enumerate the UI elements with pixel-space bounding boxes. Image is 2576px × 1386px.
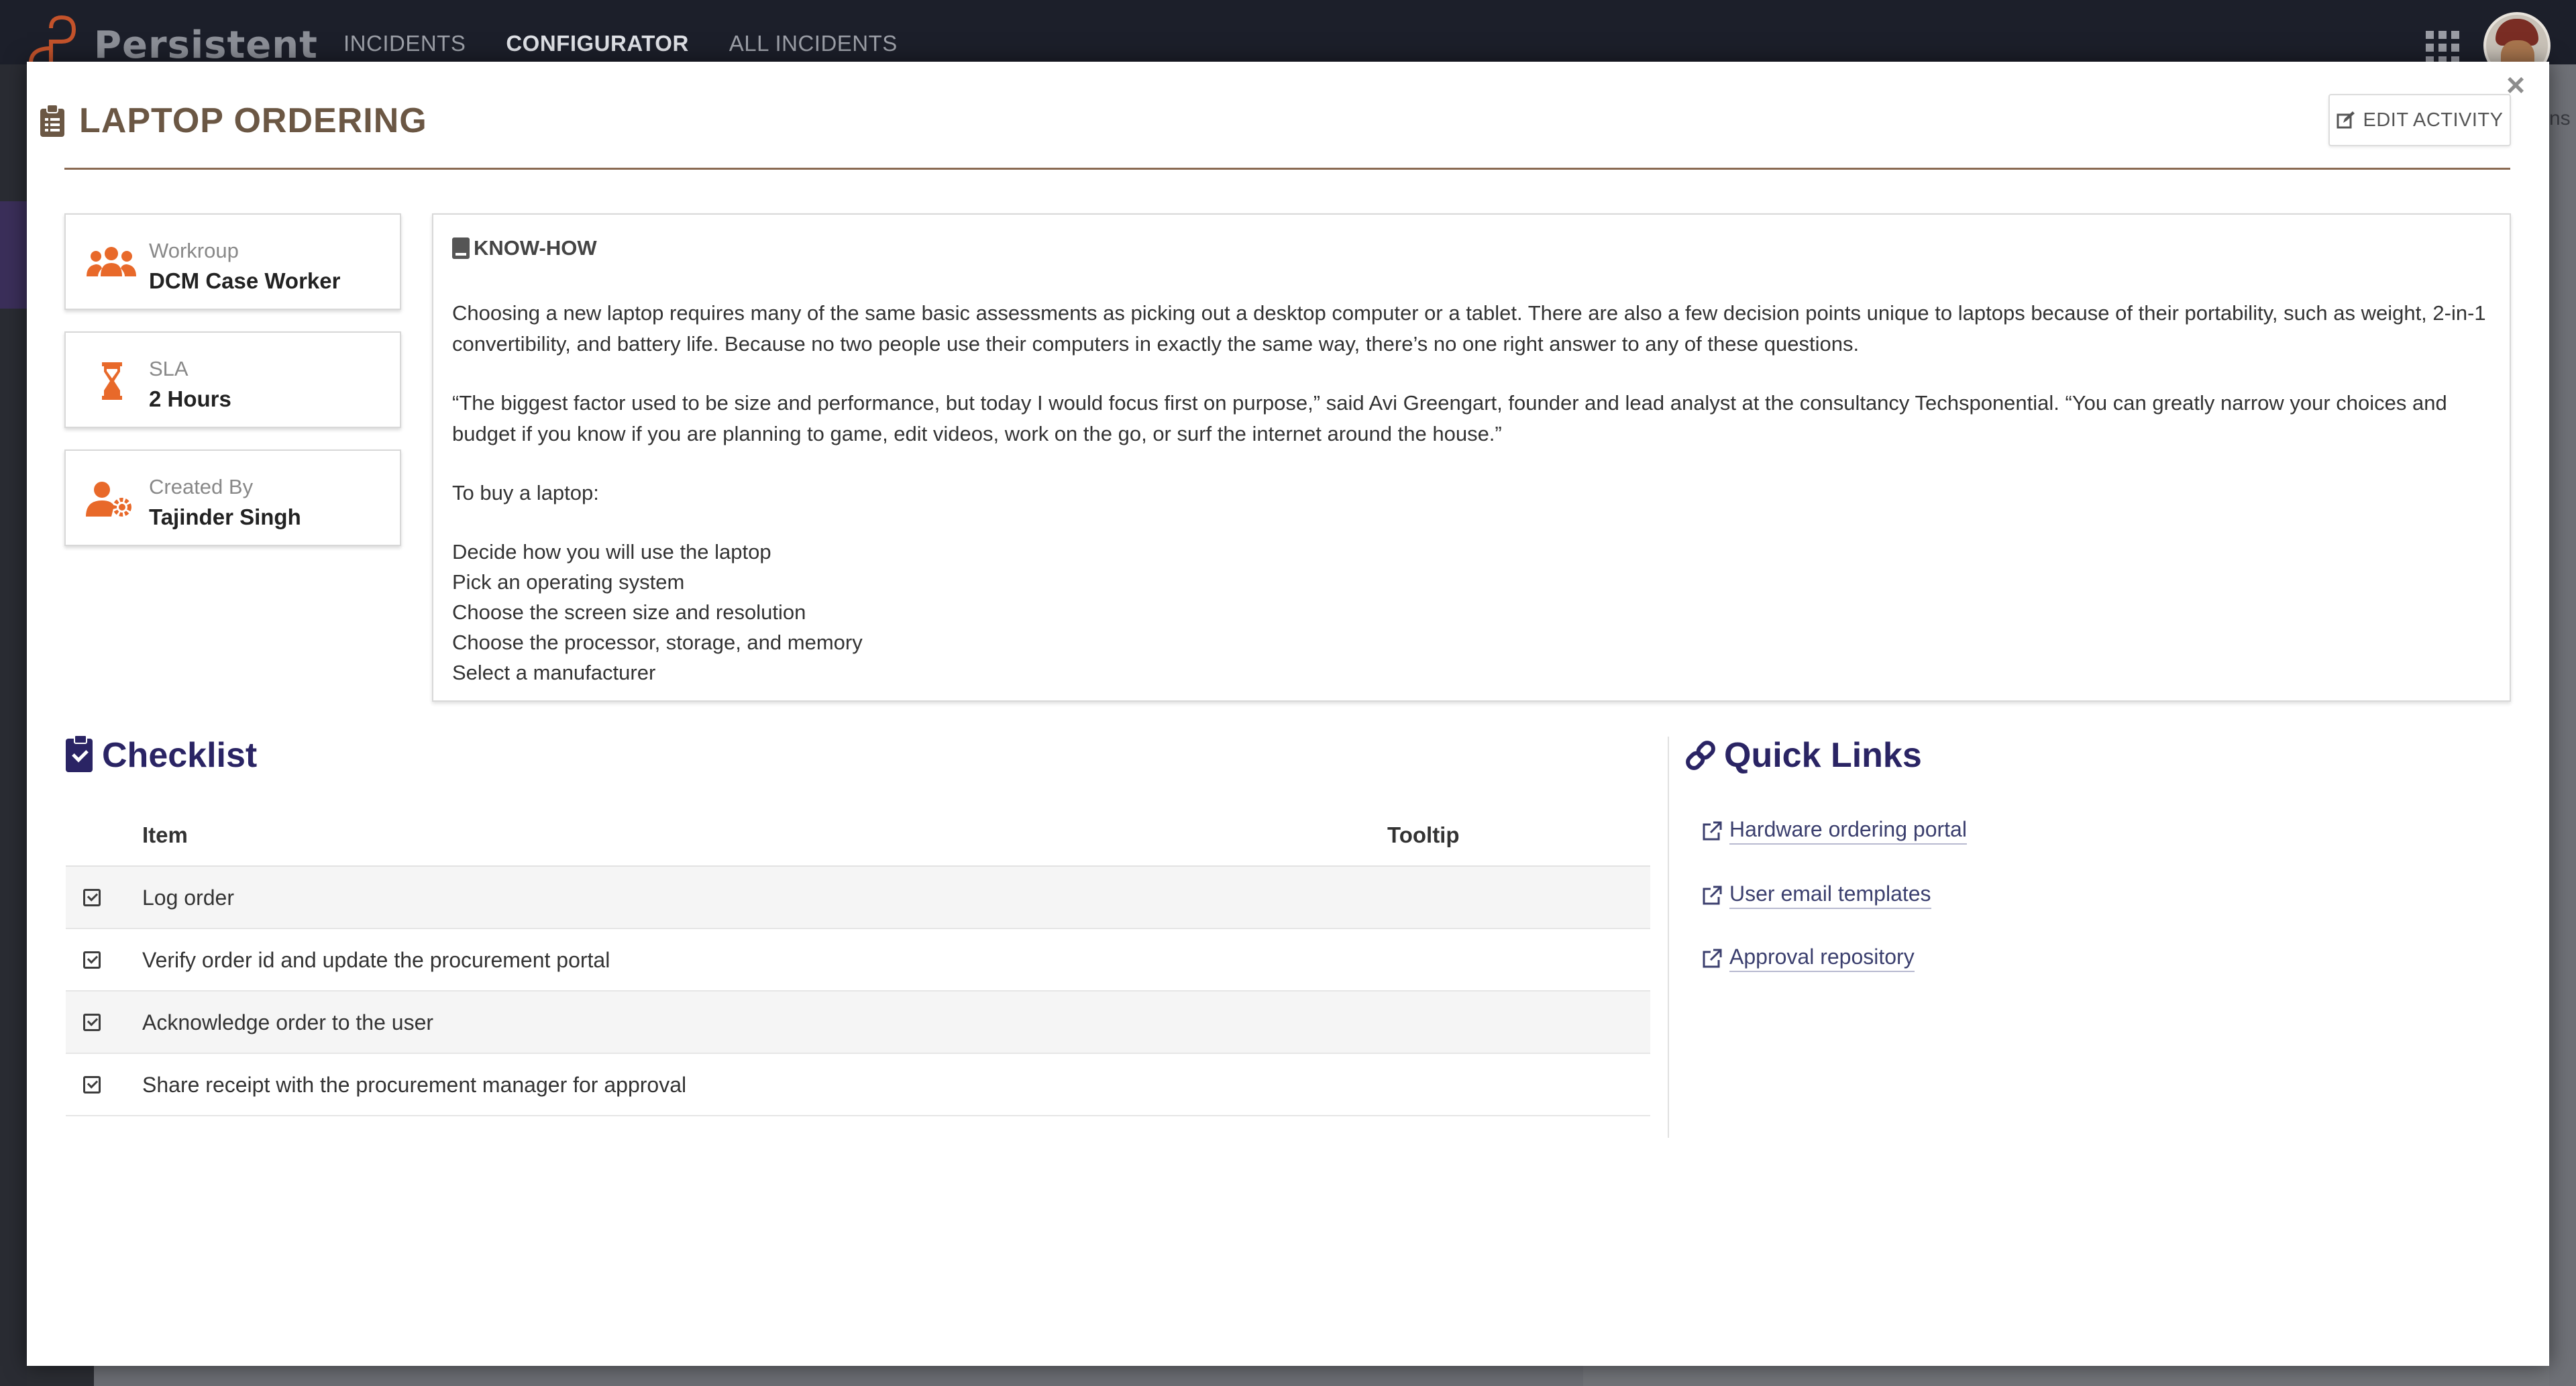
edit-activity-button[interactable]: EDIT ACTIVITY [2328,94,2511,146]
card-workgroup: Workroup DCM Case Worker [64,213,401,310]
know-how-step: Pick an operating system [452,570,685,594]
card-value: 2 Hours [149,386,231,411]
card-created-by: Created By Tajinder Singh [64,449,401,546]
clipboard-icon [40,104,64,137]
quick-link-email-templates[interactable]: User email templates [1701,882,1931,909]
card-sla: SLA 2 Hours [64,331,401,428]
nav-all-incidents[interactable]: ALL INCIDENTS [729,31,898,56]
background-partial-text: ns [2549,107,2571,129]
know-how-paragraph: To buy a laptop: [452,481,599,504]
background-left-accent [0,201,27,309]
know-how-panel: KNOW-HOW Choosing a new laptop requires … [432,213,2511,702]
nav-configurator[interactable]: CONFIGURATOR [506,31,688,56]
checklist-item-text: Verify order id and update the procureme… [142,948,610,972]
checkbox[interactable] [83,1076,101,1094]
know-how-step: Choose the processor, storage, and memor… [452,631,863,654]
table-row: Log order [66,867,1650,929]
checkbox[interactable] [83,889,101,906]
quick-link-label[interactable]: Approval repository [1729,945,1915,972]
table-header: Item Tooltip [66,802,1650,867]
table-row: Verify order id and update the procureme… [66,929,1650,992]
top-bar: Persistent INCIDENTS CONFIGURATOR ALL IN… [0,0,2576,79]
title-divider [64,168,2510,170]
brand-name: Persistent [94,23,318,67]
table-row: Share receipt with the procurement manag… [66,1054,1650,1116]
external-link-icon [1703,949,1722,967]
checkbox[interactable] [83,951,101,969]
edit-icon [2337,111,2355,129]
apps-grid-icon[interactable] [2426,31,2459,64]
column-header-item[interactable]: Item [142,822,188,848]
top-nav: INCIDENTS CONFIGURATOR ALL INCIDENTS [343,31,898,56]
card-value: DCM Case Worker [149,268,341,293]
know-how-heading: KNOW-HOW [452,236,2491,260]
know-how-title: KNOW-HOW [474,236,597,260]
background-right [2549,64,2576,1386]
quick-links-heading: Quick Links [1684,735,1922,776]
external-link-icon [1703,886,1722,904]
quick-link-label[interactable]: Hardware ordering portal [1729,817,1967,845]
know-how-step: Decide how you will use the laptop [452,540,771,564]
know-how-steps: Decide how you will use the laptop Pick … [452,537,2491,688]
user-gear-icon [86,482,131,517]
book-icon [452,237,470,259]
quick-link-hardware-portal[interactable]: Hardware ordering portal [1701,817,1967,845]
card-value: Tajinder Singh [149,504,301,529]
know-how-paragraph: Choosing a new laptop requires many of t… [452,301,2486,356]
checklist-item-text: Share receipt with the procurement manag… [142,1073,687,1097]
know-how-step: Choose the screen size and resolution [452,600,806,624]
card-label: SLA [149,357,189,380]
clipboard-check-icon [66,735,93,772]
card-label: Created By [149,475,254,498]
background-bottom-dark [94,1366,1583,1386]
quick-links-title: Quick Links [1724,736,1922,775]
page-title: LAPTOP ORDERING [79,101,427,140]
modal-title: LAPTOP ORDERING [39,101,427,141]
external-link-icon [1703,821,1722,840]
checklist-table: Item Tooltip Log order Verify order id a… [66,802,1650,1116]
quick-link-approval-repository[interactable]: Approval repository [1701,945,1915,972]
table-row: Acknowledge order to the user [66,992,1650,1054]
checklist-item-text: Acknowledge order to the user [142,1010,434,1034]
quick-link-label[interactable]: User email templates [1729,882,1931,909]
know-how-paragraph: “The biggest factor used to be size and … [452,391,2447,445]
nav-incidents[interactable]: INCIDENTS [343,31,466,56]
card-label: Workroup [149,239,239,262]
checkbox[interactable] [83,1014,101,1031]
checklist-title: Checklist [102,736,258,775]
edit-activity-label: EDIT ACTIVITY [2363,109,2504,131]
link-icon [1686,741,1715,770]
hourglass-icon [102,362,122,400]
column-header-tooltip[interactable]: Tooltip [1387,822,1460,848]
checklist-item-text: Log order [142,886,234,910]
section-divider [1668,737,1669,1138]
checklist-heading: Checklist [66,735,257,776]
users-icon [87,247,136,276]
know-how-step: Select a manufacturer [452,661,656,684]
